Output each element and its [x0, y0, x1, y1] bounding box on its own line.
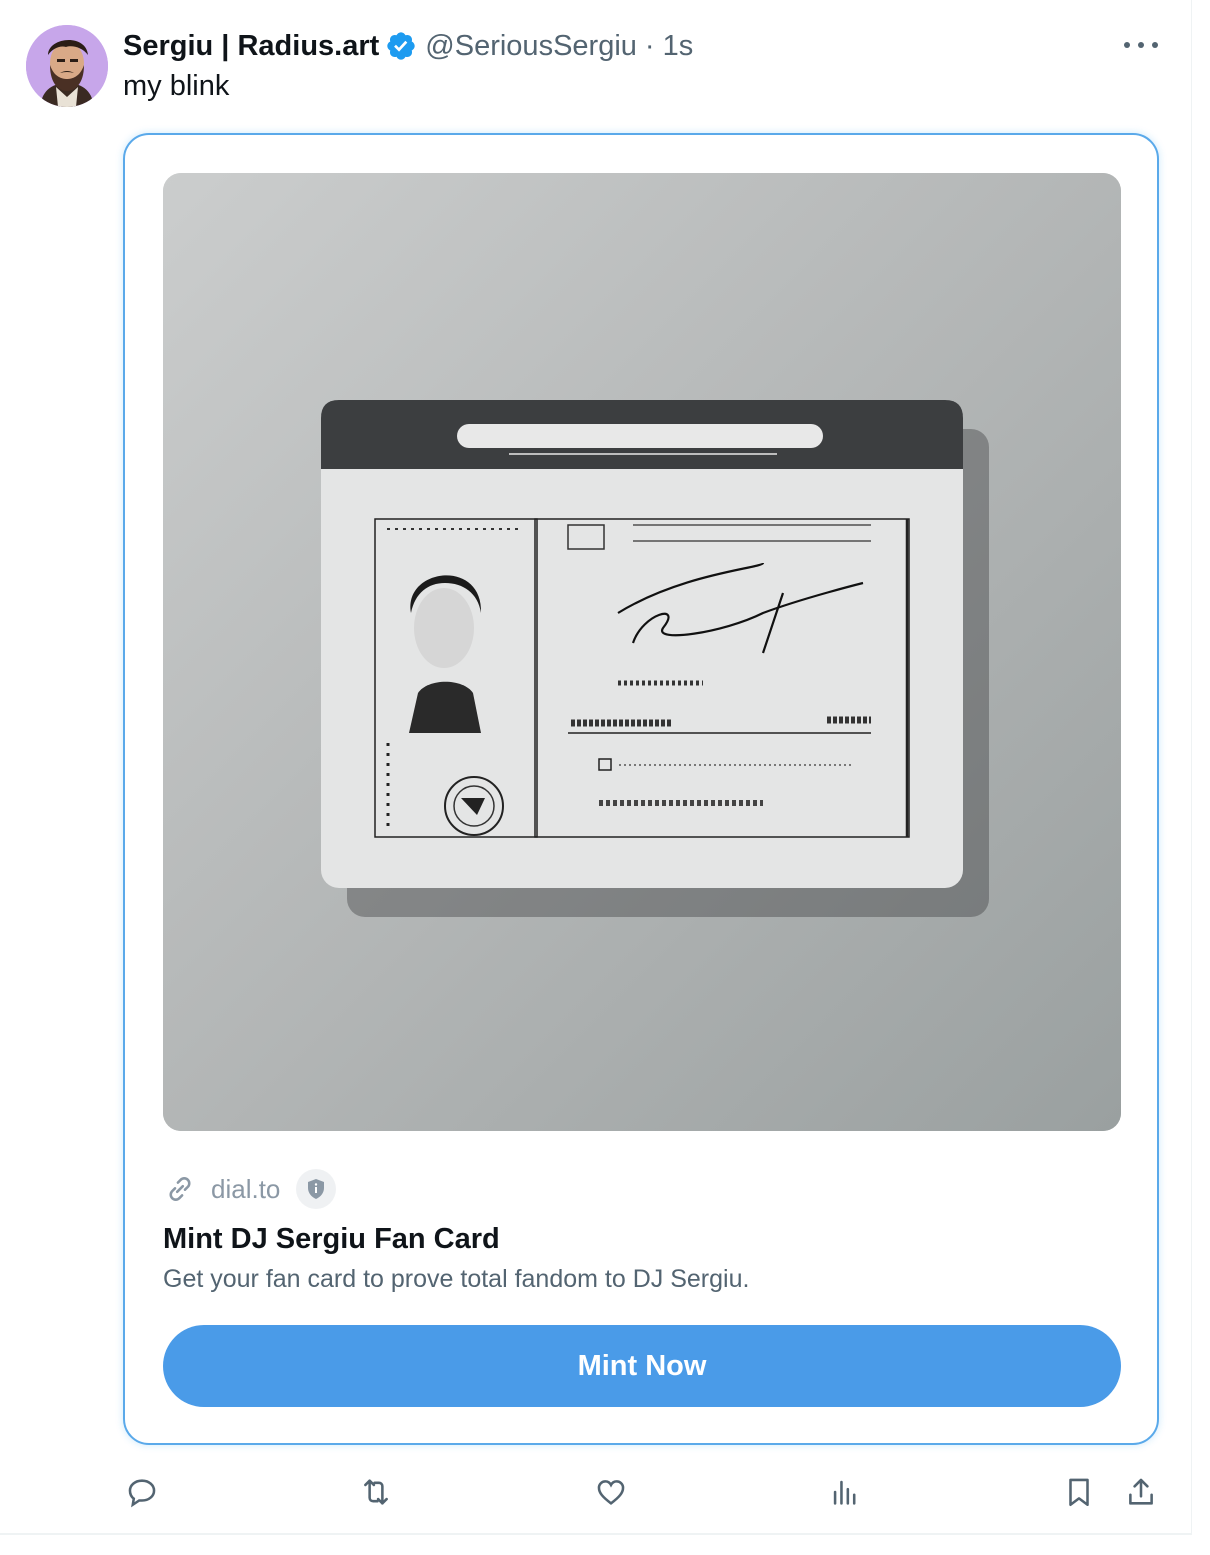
- id-card-illustration-icon: [163, 173, 1121, 1131]
- views-icon[interactable]: [823, 1470, 867, 1514]
- more-options-icon[interactable]: [1120, 32, 1162, 58]
- avatar[interactable]: [26, 25, 108, 107]
- mint-now-button[interactable]: Mint Now: [163, 1325, 1121, 1407]
- shield-info-icon[interactable]: [296, 1169, 337, 1209]
- tweet-divider: [0, 1533, 1192, 1535]
- card-title: Mint DJ Sergiu Fan Card: [163, 1223, 500, 1255]
- like-icon[interactable]: [589, 1470, 633, 1514]
- tweet-text: my blink: [123, 70, 230, 102]
- verified-badge-icon[interactable]: [385, 30, 417, 62]
- card-domain[interactable]: dial.to: [211, 1174, 280, 1205]
- link-icon: [169, 1177, 191, 1201]
- tweet-header: Sergiu | Radius.art @SeriousSergiu · 1s: [123, 24, 693, 68]
- share-icon[interactable]: [1119, 1470, 1163, 1514]
- tweet[interactable]: Sergiu | Radius.art @SeriousSergiu · 1s …: [0, 0, 1192, 1533]
- separator-dot: ·: [644, 29, 655, 62]
- retweet-icon[interactable]: [354, 1470, 398, 1514]
- tweet-actions: [0, 1470, 1192, 1514]
- card-description: Get your fan card to prove total fandom …: [163, 1265, 750, 1293]
- shield-icon: [308, 1179, 325, 1199]
- card-link-row: dial.to: [163, 1167, 337, 1211]
- blink-card: dial.to Mint DJ Sergiu Fan Card Get your…: [123, 133, 1159, 1445]
- tweet-timestamp[interactable]: 1s: [663, 30, 694, 63]
- author-display-name[interactable]: Sergiu | Radius.art: [123, 30, 379, 63]
- bearded-man-avatar-icon: [26, 25, 108, 107]
- reply-icon[interactable]: [120, 1470, 164, 1514]
- bookmark-icon[interactable]: [1057, 1470, 1101, 1514]
- author-handle[interactable]: @SeriousSergiu: [425, 30, 637, 63]
- card-image[interactable]: [163, 173, 1121, 1131]
